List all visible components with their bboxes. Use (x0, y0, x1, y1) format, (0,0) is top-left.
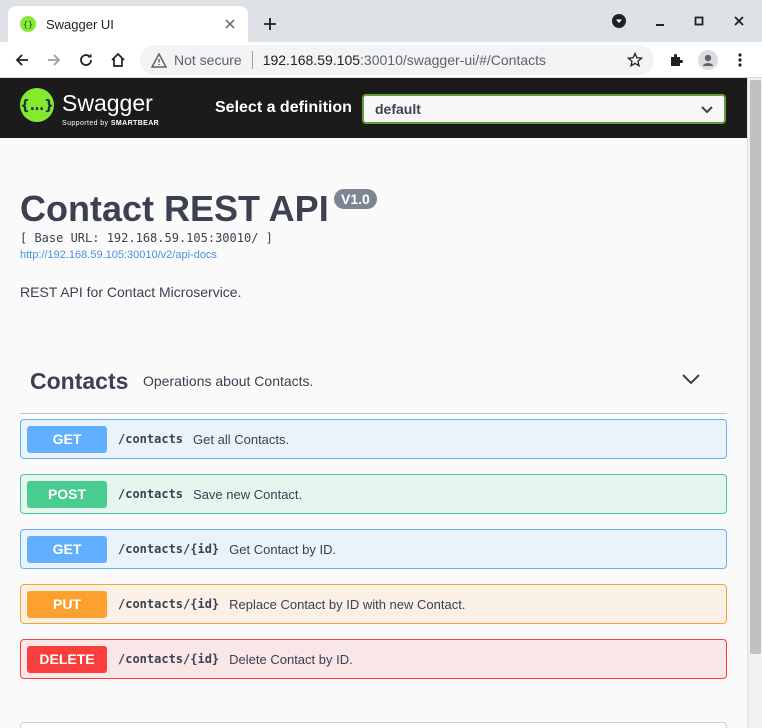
close-window-icon[interactable] (728, 10, 750, 32)
browser-toolbar: Not secure 192.168.59.105:30010/swagger-… (0, 42, 762, 78)
api-description: REST API for Contact Microservice. (20, 284, 242, 300)
chevron-down-icon (700, 102, 714, 116)
omnibox-divider (251, 51, 253, 69)
swagger-logo-icon[interactable]: {…} (20, 88, 54, 122)
supported-by-text: Supported by (62, 120, 109, 127)
select-definition-label: Select a definition (215, 99, 352, 116)
home-icon[interactable] (104, 46, 132, 74)
contacts-tag-header[interactable]: Contacts Operations about Contacts. (20, 360, 727, 414)
chevron-down-icon[interactable] (680, 370, 702, 388)
api-title: Contact REST API (20, 188, 329, 229)
tab-title: Swagger UI (46, 16, 114, 32)
page-scrollbar[interactable] (747, 78, 762, 728)
url-path[interactable]: :30010/swagger-ui/#/Contacts (360, 52, 546, 68)
operation-summary: Get Contact by ID. (229, 541, 337, 557)
operation-path[interactable]: /contacts/{id} (118, 542, 219, 556)
swagger-supported-by: Supported by SMARTBEAR (62, 120, 159, 127)
operation-post-contacts[interactable]: POST /contacts Save new Contact. (20, 474, 727, 514)
url-host[interactable]: 192.168.59.105 (263, 52, 360, 68)
operation-path[interactable]: /contacts/{id} (118, 652, 219, 666)
method-badge[interactable]: POST (27, 480, 107, 508)
tag-description: Operations about Contacts. (143, 373, 314, 389)
close-tab-icon[interactable] (220, 14, 240, 34)
method-badge[interactable]: GET (27, 425, 107, 453)
svg-text:{}: {} (23, 20, 33, 29)
scrollbar-thumb[interactable] (750, 80, 761, 654)
plus-icon[interactable] (258, 12, 282, 36)
media-icon[interactable] (608, 10, 630, 32)
swagger-brand[interactable]: Swagger (62, 90, 153, 117)
kebab-menu-icon[interactable] (726, 46, 754, 74)
minimize-icon[interactable] (649, 10, 671, 32)
selected-definition: default (375, 101, 421, 117)
operation-get-contact-by-id[interactable]: GET /contacts/{id} Get Contact by ID. (20, 529, 727, 569)
operation-summary: Delete Contact by ID. (229, 651, 353, 667)
method-badge[interactable]: GET (27, 535, 107, 563)
svg-text:{…}: {…} (20, 98, 54, 114)
operation-delete-contact[interactable]: DELETE /contacts/{id} Delete Contact by … (20, 639, 727, 679)
back-icon[interactable] (8, 46, 36, 74)
operation-path[interactable]: /contacts (118, 487, 183, 501)
forward-icon[interactable] (40, 46, 68, 74)
version-badge: V1.0 (334, 189, 377, 209)
swagger-topbar: {…} Swagger Supported by SMARTBEAR Selec… (0, 78, 747, 138)
api-docs-link[interactable]: http://192.168.59.105:30010/v2/api-docs (20, 249, 217, 261)
method-badge[interactable]: PUT (27, 590, 107, 618)
browser-tabstrip: {} Swagger UI (0, 0, 762, 42)
security-label[interactable]: Not secure (174, 52, 242, 68)
operation-get-contacts[interactable]: GET /contacts Get all Contacts. (20, 419, 727, 459)
smartbear-text: SMARTBEAR (110, 120, 160, 127)
puzzle-icon[interactable] (662, 46, 690, 74)
star-icon[interactable] (626, 51, 644, 69)
profile-icon[interactable] (694, 46, 722, 74)
reload-icon[interactable] (72, 46, 100, 74)
definition-select[interactable]: default (362, 94, 726, 124)
swagger-favicon-icon: {} (20, 16, 36, 32)
method-badge[interactable]: DELETE (27, 645, 107, 673)
operation-put-contact[interactable]: PUT /contacts/{id} Replace Contact by ID… (20, 584, 727, 624)
base-url: [ Base URL: 192.168.59.105:30010/ ] (20, 231, 273, 245)
operation-summary: Save new Contact. (193, 486, 303, 502)
operation-path[interactable]: /contacts/{id} (118, 597, 219, 611)
next-section-edge (20, 722, 727, 728)
operation-summary: Get all Contacts. (193, 431, 290, 447)
address-bar[interactable]: Not secure 192.168.59.105:30010/swagger-… (140, 45, 654, 75)
warning-icon[interactable] (150, 51, 168, 69)
operation-path[interactable]: /contacts (118, 432, 183, 446)
maximize-icon[interactable] (688, 10, 710, 32)
tag-name[interactable]: Contacts (30, 368, 128, 395)
browser-tab[interactable]: {} Swagger UI (8, 6, 248, 42)
operation-summary: Replace Contact by ID with new Contact. (229, 596, 466, 612)
